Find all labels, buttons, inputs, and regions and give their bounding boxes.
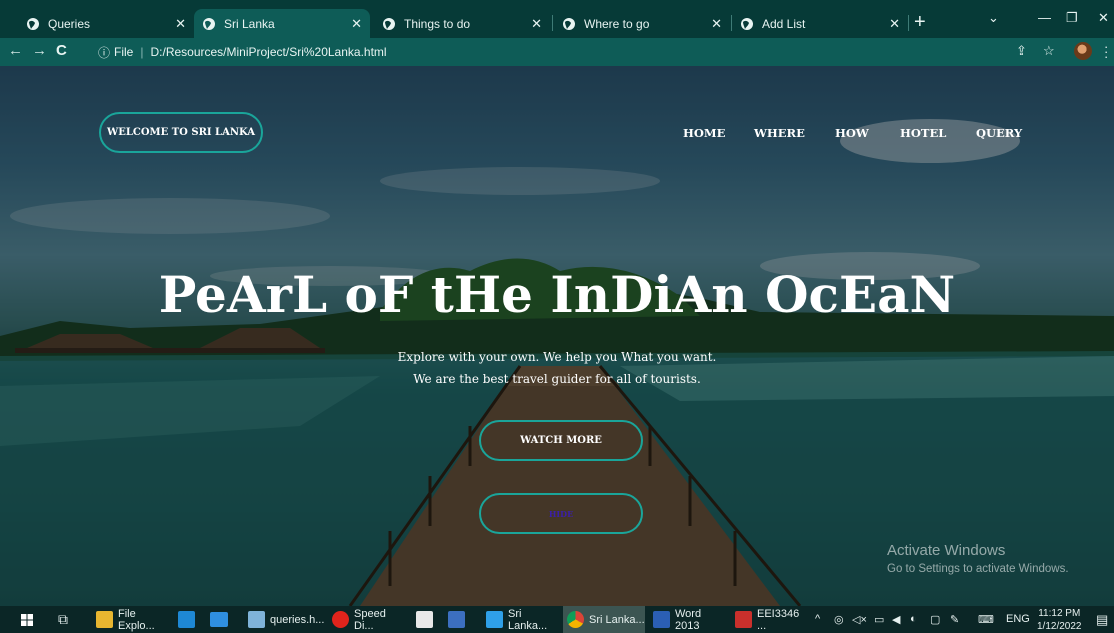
- tab-separator: [908, 15, 909, 31]
- vscode-icon: [486, 611, 503, 628]
- taskbar-file-explorer[interactable]: File Explo...: [92, 606, 172, 633]
- globe-icon: [203, 17, 215, 30]
- info-icon: ⓘ: [98, 45, 111, 60]
- notepad-icon: [248, 611, 265, 628]
- taskbar-word[interactable]: Word 2013: [649, 606, 727, 633]
- pdf-icon: [735, 611, 752, 628]
- taskbar-item-label: Sri Lanka...: [589, 613, 645, 626]
- hide-button[interactable]: HIDE: [479, 493, 643, 534]
- tab-separator: [552, 15, 553, 31]
- taskbar-pdf[interactable]: EEI3346 ...: [731, 606, 809, 633]
- battery-icon[interactable]: ▭: [874, 613, 884, 626]
- minimize-icon[interactable]: —: [1038, 10, 1051, 25]
- globe-icon: [27, 17, 39, 30]
- taskbar-vscode[interactable]: Sri Lanka...: [482, 606, 560, 633]
- chevron-up-icon[interactable]: ^: [815, 613, 820, 625]
- browser-tab-strip: Queries ✕ Sri Lanka ✕ Things to do ✕ Whe…: [0, 0, 1114, 38]
- clock-time: 11:12 PM: [1038, 608, 1081, 619]
- close-icon[interactable]: ✕: [531, 16, 542, 32]
- app-icon[interactable]: [448, 611, 465, 628]
- address-bar[interactable]: ⓘ File | D:/Resources/MiniProject/Sri%20…: [98, 42, 998, 62]
- meet-now-icon[interactable]: ◎: [834, 613, 844, 626]
- windows-taskbar: ⧉ File Explo... queries.h... Speed Di...…: [0, 606, 1114, 633]
- language-indicator[interactable]: ENG: [1006, 613, 1030, 625]
- globe-icon: [563, 17, 575, 30]
- close-icon[interactable]: ✕: [889, 16, 900, 32]
- share-icon[interactable]: ⇪: [1016, 43, 1027, 59]
- watermark-title: Activate Windows: [887, 542, 1006, 559]
- tab-label: Where to go: [584, 16, 650, 31]
- tab-add-list[interactable]: Add List ✕: [732, 9, 908, 38]
- notification-icon[interactable]: ▤: [1096, 612, 1108, 628]
- network-icon[interactable]: ◐: [910, 613, 917, 625]
- chevron-down-icon[interactable]: ⌄: [988, 10, 999, 26]
- taskbar-notepad[interactable]: queries.h...: [244, 606, 324, 633]
- address-url: D:/Resources/MiniProject/Sri%20Lanka.htm…: [150, 45, 387, 59]
- nav-query-link[interactable]: QUERY: [976, 126, 1022, 140]
- nav-hotel-link[interactable]: HOTEL: [900, 126, 946, 140]
- hero-section: WELCOME TO SRI LANKA HOME WHERE HOW HOTE…: [0, 66, 1114, 606]
- volume-icon[interactable]: ◁×: [852, 613, 867, 626]
- watermark-subtitle: Go to Settings to activate Windows.: [887, 563, 1069, 575]
- pen-icon[interactable]: ✎: [950, 613, 959, 626]
- taskbar-item-label: EEI3346 ...: [757, 607, 800, 632]
- reload-icon[interactable]: C: [56, 42, 67, 59]
- watch-more-button[interactable]: WATCH MORE: [479, 420, 643, 461]
- avatar[interactable]: [1074, 42, 1092, 60]
- plus-icon[interactable]: +: [914, 12, 926, 32]
- pdf-tool-icon[interactable]: [416, 611, 433, 628]
- forward-arrow-icon[interactable]: →: [32, 42, 47, 59]
- hero-headline: PeArL oF tHe InDiAn OcEaN: [158, 265, 956, 324]
- tab-sri-lanka[interactable]: Sri Lanka ✕: [194, 9, 370, 38]
- mail-icon[interactable]: [210, 612, 228, 627]
- taskbar-item-label: Word 2013: [675, 607, 702, 632]
- close-icon[interactable]: ✕: [711, 16, 722, 32]
- speaker-icon[interactable]: ◀: [892, 613, 900, 626]
- taskbar-item-label: Sri Lanka...: [508, 607, 548, 632]
- welcome-button[interactable]: WELCOME TO SRI LANKA: [99, 112, 263, 153]
- taskbar-item-label: queries.h...: [270, 613, 325, 626]
- clock-date: 1/12/2022: [1037, 621, 1082, 632]
- more-menu-icon[interactable]: · · ·: [1104, 40, 1108, 63]
- tab-where-to-go[interactable]: Where to go ✕: [554, 9, 730, 38]
- task-view-icon[interactable]: ⧉: [58, 611, 68, 628]
- system-clock[interactable]: 11:12 PM 1/12/2022: [1037, 607, 1082, 633]
- taskbar-item-label: Speed Di...: [354, 607, 386, 632]
- display-icon[interactable]: ▢: [930, 613, 940, 626]
- taskbar-opera[interactable]: Speed Di...: [328, 606, 406, 633]
- tab-label: Sri Lanka: [224, 16, 275, 31]
- activate-windows-watermark: Activate Windows Go to Settings to activ…: [887, 542, 1069, 575]
- nav-where-link[interactable]: WHERE: [754, 126, 805, 140]
- address-separator: |: [140, 45, 144, 59]
- nav-home-link[interactable]: HOME: [683, 126, 725, 140]
- star-icon[interactable]: ☆: [1043, 43, 1055, 59]
- taskbar-chrome[interactable]: Sri Lanka...: [563, 606, 645, 633]
- globe-icon: [383, 17, 395, 30]
- restore-icon[interactable]: ❐: [1066, 10, 1078, 26]
- close-window-icon[interactable]: ✕: [1098, 10, 1109, 26]
- back-arrow-icon[interactable]: ←: [8, 42, 23, 59]
- browser-toolbar: ← → C ⓘ File | D:/Resources/MiniProject/…: [0, 38, 1114, 66]
- address-scheme-label: File: [114, 45, 134, 59]
- close-icon[interactable]: ✕: [175, 16, 186, 32]
- windows-start-icon[interactable]: [21, 614, 33, 626]
- taskbar-item-label: File Explo...: [118, 607, 155, 632]
- word-icon: [653, 611, 670, 628]
- store-icon[interactable]: [178, 611, 195, 628]
- tab-queries[interactable]: Queries ✕: [18, 9, 194, 38]
- hero-subtitle-line-2: We are the best travel guider for all of…: [413, 372, 701, 386]
- nav-how-link[interactable]: HOW: [835, 126, 869, 140]
- globe-icon: [741, 17, 753, 30]
- tab-things-to-do[interactable]: Things to do ✕: [374, 9, 550, 38]
- keyboard-icon[interactable]: ⌨: [978, 613, 994, 626]
- tab-label: Queries: [48, 16, 91, 31]
- chrome-icon: [567, 611, 584, 628]
- tab-label: Add List: [762, 16, 806, 31]
- folder-icon: [96, 611, 113, 628]
- hero-subtitle-line-1: Explore with your own. We help you What …: [397, 350, 717, 364]
- opera-icon: [332, 611, 349, 628]
- tab-label: Things to do: [404, 16, 471, 31]
- close-icon[interactable]: ✕: [351, 16, 362, 32]
